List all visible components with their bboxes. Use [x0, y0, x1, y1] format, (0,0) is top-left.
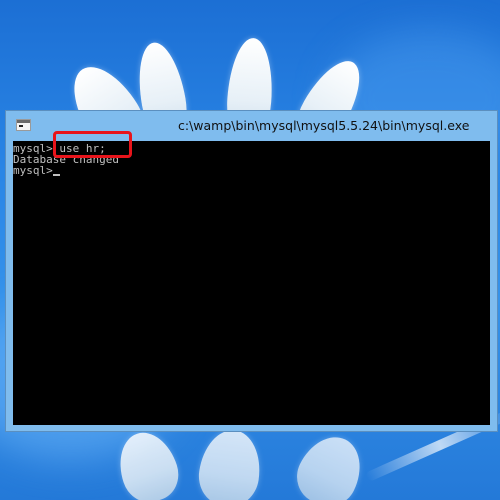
mysql-console-window[interactable]: c:\wamp\bin\mysql\mysql5.5.24\bin\mysql.…	[5, 110, 498, 432]
flower-petal	[287, 426, 373, 500]
console-prompt-line: mysql>	[13, 165, 60, 176]
window-title: c:\wamp\bin\mysql\mysql5.5.24\bin\mysql.…	[178, 118, 470, 133]
command-highlight-box	[53, 131, 132, 158]
console-app-icon[interactable]	[16, 119, 31, 131]
console-prompt: mysql>	[13, 164, 53, 177]
console-output[interactable]: mysql> use hr; Database changed mysql>	[13, 141, 490, 425]
flower-petal	[195, 426, 265, 500]
text-cursor	[52, 174, 60, 176]
